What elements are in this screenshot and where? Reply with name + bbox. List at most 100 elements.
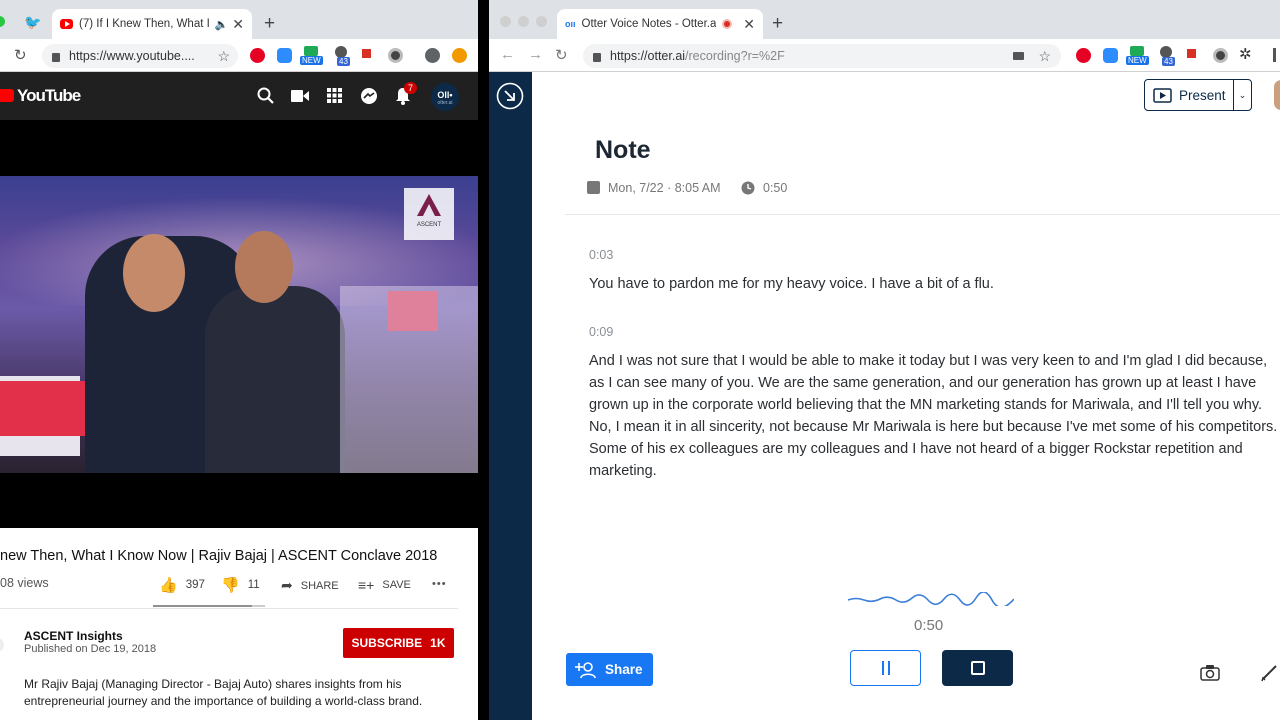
zoom-icon[interactable] (1103, 48, 1118, 63)
like-ratio-bar (153, 605, 265, 607)
settings-gear-icon[interactable]: ✲ (1239, 45, 1252, 63)
view-count: 08 views (0, 576, 49, 590)
subscribe-button[interactable]: SUBSCRIBE 1K (343, 628, 454, 658)
segment-timestamp[interactable]: 0:03 (589, 248, 613, 262)
close-tab-icon[interactable]: ✕ (228, 16, 244, 33)
share-label: Share (605, 662, 643, 677)
video-title: new Then, What I Know Now | Rajiv Bajaj … (0, 548, 438, 564)
pen-icon[interactable] (1260, 662, 1280, 682)
youtube-header: YouTube 7 Oll• otter.ai (0, 72, 478, 120)
youtube-tab[interactable]: (7) If I Knew Then, What I K 🔈 ✕ (52, 9, 252, 39)
published-date: Published on Dec 19, 2018 (24, 643, 157, 655)
orange-extension-icon[interactable] (452, 48, 467, 63)
tab-title: Otter Voice Notes - Otter.a (581, 18, 717, 30)
close-window-icon[interactable] (500, 16, 511, 27)
camera-icon[interactable] (1200, 664, 1220, 681)
new-tab-icon[interactable]: + (264, 13, 275, 35)
flag-icon[interactable] (1187, 49, 1196, 58)
pinterest-icon[interactable] (250, 48, 265, 63)
left-url-text: https://www.youtube.... (69, 49, 195, 63)
otter-favicon-icon: oıı (565, 19, 576, 29)
new-extension-icon[interactable]: NEW (300, 46, 323, 66)
counter-extension-icon[interactable]: 43 (333, 46, 351, 68)
collapse-arrow-icon[interactable] (496, 82, 524, 110)
user-avatar[interactable] (1274, 80, 1280, 110)
maximize-window-icon[interactable] (536, 16, 547, 27)
profile-icon[interactable] (425, 48, 440, 63)
channel-name[interactable]: ASCENT Insights (24, 629, 123, 643)
save-label: SAVE (382, 579, 411, 591)
flag-icon[interactable] (362, 49, 371, 58)
youtube-logo-text[interactable]: YouTube (17, 86, 81, 106)
transcript-segment[interactable]: And I was not sure that I would be able … (589, 350, 1279, 482)
left-toolbar: ↻ https://www.youtube.... ☆ NEW 43 (0, 39, 478, 72)
reload-icon[interactable]: ↻ (555, 46, 568, 64)
subscriber-count: 1K (430, 636, 446, 650)
more-actions-icon[interactable]: ••• (432, 578, 447, 590)
close-tab-icon[interactable]: ✕ (739, 16, 755, 33)
window-control-icon[interactable] (0, 16, 5, 27)
share-arrow-icon: ➦ (281, 577, 293, 593)
new-extension-icon[interactable]: NEW (1126, 46, 1149, 66)
ext-count-badge: 43 (337, 57, 350, 66)
bookmark-star-icon[interactable]: ☆ (1038, 48, 1051, 65)
right-toolbar: ← → ↻ https://otter.ai/recording?r=%2F ☆… (489, 39, 1280, 72)
pause-icon (881, 661, 890, 675)
transcript-segment[interactable]: You have to pardon me for my heavy voice… (589, 273, 1279, 295)
save-button[interactable]: ≡+ SAVE (358, 577, 411, 593)
segment-timestamp[interactable]: 0:09 (589, 325, 613, 339)
pinterest-icon[interactable] (1076, 48, 1091, 63)
avatar-sub-text: otter.ai (437, 100, 453, 106)
circle-extension-icon[interactable] (1213, 48, 1228, 63)
otter-sidebar (489, 72, 532, 720)
present-dropdown-icon[interactable]: ⌄ (1233, 80, 1251, 110)
speaker-icon[interactable]: 🔈 (215, 18, 229, 31)
note-title[interactable]: Note (595, 136, 651, 165)
camera-access-icon[interactable] (1013, 52, 1025, 60)
search-icon[interactable] (257, 87, 275, 105)
youtube-logo-icon[interactable] (0, 89, 14, 102)
thumbs-up-icon: 👍 (159, 577, 178, 594)
lock-icon (52, 52, 60, 62)
lock-icon (593, 52, 601, 62)
new-tab-icon[interactable]: + (772, 13, 783, 35)
recording-timer: 0:50 (914, 617, 944, 634)
create-video-icon[interactable] (291, 89, 309, 103)
new-badge: NEW (1126, 56, 1149, 65)
reload-icon[interactable]: ↻ (14, 46, 27, 64)
left-address-bar[interactable]: https://www.youtube.... ☆ (42, 44, 238, 68)
right-tab-strip: oıı Otter Voice Notes - Otter.a ✕ + (489, 0, 1280, 39)
forward-arrow-icon[interactable]: → (528, 46, 543, 63)
right-address-bar[interactable]: https://otter.ai/recording?r=%2F ☆ (583, 44, 1061, 68)
present-button[interactable]: Present ⌄ (1144, 79, 1252, 111)
share-button[interactable]: Share (566, 653, 653, 686)
pause-button[interactable] (850, 650, 921, 686)
recording-dot-icon (722, 19, 733, 29)
like-button[interactable]: 👍 397 (159, 576, 205, 594)
back-arrow-icon[interactable]: ← (500, 46, 515, 63)
share-button[interactable]: ➦ SHARE (281, 577, 339, 594)
stop-button[interactable] (942, 650, 1013, 686)
audio-waveform (848, 592, 1014, 606)
otter-tab[interactable]: oıı Otter Voice Notes - Otter.a ✕ (557, 9, 763, 39)
bookmark-star-icon[interactable]: ☆ (217, 48, 230, 65)
video-frame-audience[interactable]: ASCENT (0, 176, 478, 473)
header-divider (565, 214, 1280, 215)
messages-icon[interactable] (360, 87, 378, 105)
note-date: Mon, 7/22 · 8:05 AM (608, 181, 721, 195)
apps-grid-icon[interactable] (327, 88, 342, 103)
tab-title: (7) If I Knew Then, What I K (79, 18, 211, 30)
zoom-icon[interactable] (277, 48, 292, 63)
dislike-button[interactable]: 👎 11 (221, 576, 260, 594)
playlist-add-icon: ≡+ (358, 577, 375, 593)
minimize-window-icon[interactable] (518, 16, 529, 27)
channel-avatar[interactable] (0, 638, 4, 652)
twitter-tab-icon[interactable]: 🐦 (24, 14, 41, 31)
circle-extension-icon[interactable] (388, 48, 403, 63)
present-label: Present (1179, 87, 1226, 103)
menu-icon[interactable] (1273, 48, 1276, 62)
account-avatar[interactable]: Oll• otter.ai (431, 83, 459, 111)
youtube-browser-window: 🐦 (7) If I Knew Then, What I K 🔈 ✕ + ↻ h… (0, 0, 478, 720)
subscribe-label: SUBSCRIBE (351, 636, 423, 650)
counter-extension-icon[interactable]: 43 (1158, 46, 1176, 68)
